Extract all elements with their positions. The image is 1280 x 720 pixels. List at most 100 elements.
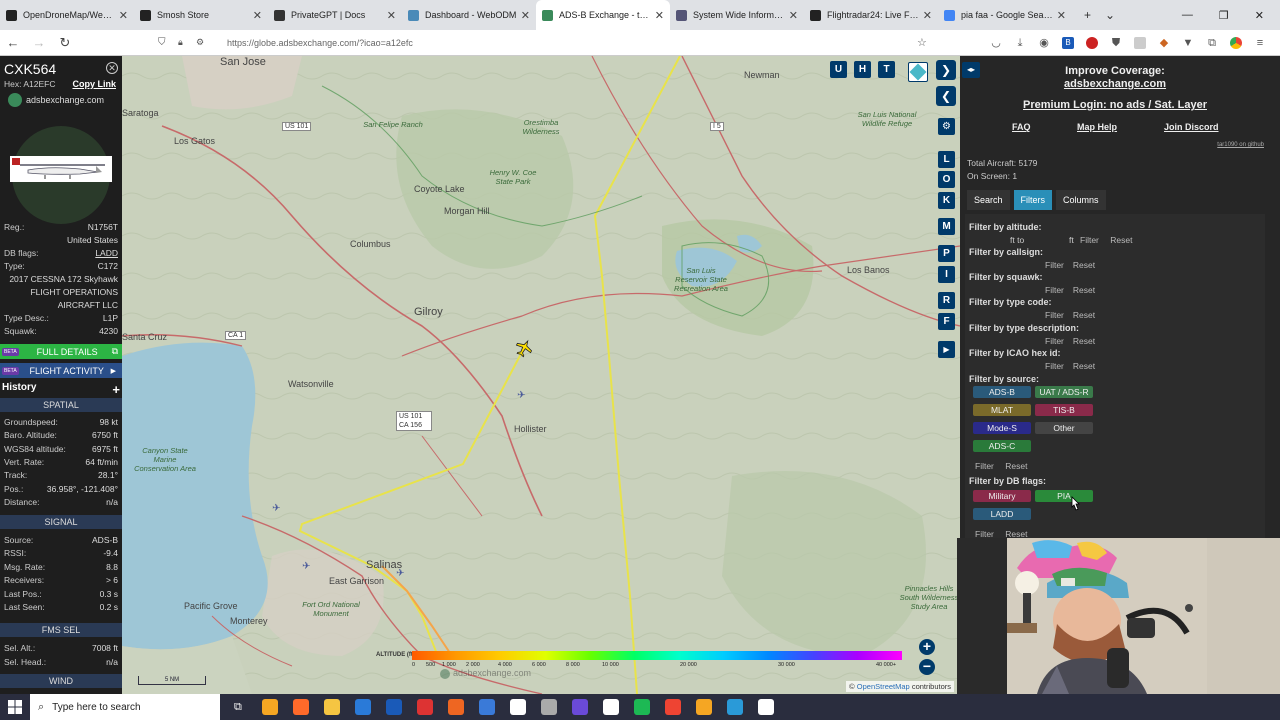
source-mode-s-button[interactable]: Mode-S (973, 422, 1031, 434)
extension-chrome-icon[interactable] (1230, 36, 1242, 49)
zoom-in-button[interactable]: + (919, 639, 935, 655)
type-code-filter-input[interactable] (969, 309, 1049, 320)
taskbar-app-icon[interactable] (292, 699, 309, 715)
back-icon[interactable]: ← (0, 35, 26, 50)
browser-tab[interactable]: PrivateGPT | Docs ✕ (268, 0, 402, 30)
altitude-min-input[interactable] (969, 234, 1007, 245)
taskbar-app-icon[interactable] (416, 699, 433, 715)
taskbar-search[interactable]: ⌕ Type here to search (30, 694, 220, 720)
flight-activity-button[interactable]: BETA FLIGHT ACTIVITY ▶ (0, 363, 122, 378)
tab-close-icon[interactable]: ✕ (387, 9, 396, 22)
tab-close-icon[interactable]: ✕ (119, 9, 128, 22)
taskbar-app-icon[interactable] (726, 699, 743, 715)
lock-icon[interactable]: 🔒︎ (178, 37, 183, 48)
premium-login-link[interactable]: Premium Login: no ads / Sat. Layer (1000, 99, 1230, 111)
dbflag-pia-button[interactable]: PIA (1035, 490, 1093, 502)
minimize-icon[interactable]: — (1182, 9, 1193, 21)
taskbar-app-icon[interactable] (664, 699, 681, 715)
signal-section-header[interactable]: SIGNAL (0, 515, 122, 529)
map-toggle-i-button[interactable]: I (938, 266, 955, 283)
openstreetmap-link[interactable]: OpenStreetMap (857, 682, 910, 691)
taskbar-app-icon[interactable] (757, 699, 774, 715)
fms-section-header[interactable]: FMS SEL (0, 623, 122, 637)
source-reset-button[interactable]: Reset (1005, 461, 1027, 471)
source-ads-b-button[interactable]: ADS-B (973, 386, 1031, 398)
forward-icon[interactable]: → (26, 35, 52, 50)
start-button[interactable] (0, 694, 30, 720)
callsign-filter-button[interactable]: Filter (1045, 260, 1064, 270)
join-discord-link[interactable]: Join Discord (1164, 122, 1219, 132)
extension-red-icon[interactable] (1086, 36, 1098, 49)
layers-button[interactable] (908, 62, 928, 82)
taskbar-app-icon[interactable] (447, 699, 464, 715)
expand-panel-button[interactable]: ❯ (936, 60, 956, 80)
source-uat-ads-r-button[interactable]: UAT / ADS-R (1035, 386, 1093, 398)
close-window-icon[interactable]: ✕ (1255, 9, 1264, 22)
full-details-button[interactable]: BETA FULL DETAILS ⧉ (0, 344, 122, 359)
map-toggle-r-button[interactable]: R (938, 292, 955, 309)
taskbar-app-icon[interactable] (354, 699, 371, 715)
callsign-reset-button[interactable]: Reset (1073, 260, 1095, 270)
browser-tab[interactable]: ADS-B Exchange - track air ✕ (536, 0, 670, 30)
map-toggle-u-button[interactable]: U (830, 61, 847, 78)
collapse-panel-button[interactable]: ❮ (936, 86, 956, 106)
altitude-max-input[interactable] (1031, 234, 1067, 245)
close-icon[interactable]: ✕ (106, 62, 118, 74)
extension-fox-icon[interactable]: ◆ (1158, 37, 1170, 49)
tab-close-icon[interactable]: ✕ (521, 9, 530, 22)
browser-tab[interactable]: Flightradar24: Live Flight Tr ✕ (804, 0, 938, 30)
source-ads-c-button[interactable]: ADS-C (973, 440, 1031, 452)
type-code-filter-button[interactable]: Filter (1045, 310, 1064, 320)
site-link[interactable]: adsbexchange.com (1000, 78, 1230, 90)
type-desc-reset-button[interactable]: Reset (1073, 336, 1095, 346)
replay-button[interactable]: ▶ (938, 341, 955, 358)
map-toggle-o-button[interactable]: O (938, 171, 955, 188)
history-header[interactable]: History + (2, 382, 120, 397)
extension-filter-icon[interactable]: ▼ (1182, 37, 1194, 49)
squawk-reset-button[interactable]: Reset (1073, 285, 1095, 295)
map-toggle-m-button[interactable]: M (938, 218, 955, 235)
map-help-link[interactable]: Map Help (1077, 122, 1117, 132)
reload-icon[interactable]: ↻ (52, 35, 78, 51)
icao-filter-input[interactable] (969, 360, 1049, 371)
extension-b-icon[interactable]: B (1062, 36, 1074, 49)
aircraft-photo[interactable] (10, 156, 112, 182)
altitude-filter-button[interactable]: Filter (1080, 235, 1099, 245)
callsign-filter-input[interactable] (969, 259, 1049, 270)
bookmark-star-icon[interactable]: ☆ (917, 36, 927, 49)
map-toggle-t-button[interactable]: T (878, 61, 895, 78)
taskbar-app-icon[interactable] (602, 699, 619, 715)
restore-icon[interactable]: ❐ (1219, 9, 1229, 22)
taskbar-app-icon[interactable] (261, 699, 278, 715)
copy-link[interactable]: Copy Link (72, 79, 116, 89)
squawk-filter-input[interactable] (969, 284, 1049, 295)
wind-section-header[interactable]: WIND (0, 674, 122, 688)
map-toggle-p-button[interactable]: P (938, 245, 955, 262)
source-mlat-button[interactable]: MLAT (973, 404, 1031, 416)
faq-link[interactable]: FAQ (1012, 122, 1031, 132)
extension-shield-icon[interactable]: ⛊ (1110, 37, 1122, 49)
extensions-icon[interactable]: ⧉ (1206, 37, 1218, 49)
spatial-section-header[interactable]: SPATIAL (0, 398, 122, 412)
taskbar-app-icon[interactable] (323, 699, 340, 715)
dbflags-filter-button[interactable]: Filter (975, 529, 994, 538)
zoom-out-button[interactable]: − (919, 659, 935, 675)
download-icon[interactable]: ⤓ (1014, 37, 1026, 49)
permissions-icon[interactable]: ⚙ (196, 37, 204, 48)
tab-list-chevron-icon[interactable]: ⌄ (1105, 8, 1115, 22)
github-link[interactable]: tar1090 on github (1217, 142, 1264, 148)
browser-tab[interactable]: System Wide Information M ✕ (670, 0, 804, 30)
source-filter-button[interactable]: Filter (975, 461, 994, 471)
taskbar-app-icon[interactable] (478, 699, 495, 715)
extension-gray-icon[interactable] (1134, 36, 1146, 49)
browser-tab[interactable]: OpenDroneMap/WebODM ✕ (0, 0, 134, 30)
source-tis-b-button[interactable]: TIS-B (1035, 404, 1093, 416)
settings-button[interactable]: ⚙ (938, 118, 955, 135)
type-code-reset-button[interactable]: Reset (1073, 310, 1095, 320)
tab-close-icon[interactable]: ✕ (253, 9, 262, 22)
pocket-icon[interactable]: ◡ (990, 37, 1002, 49)
dbflag-military-button[interactable]: Military (973, 490, 1031, 502)
map-toggle-f-button[interactable]: F (938, 313, 955, 330)
add-history-icon[interactable]: + (112, 382, 120, 397)
squawk-filter-button[interactable]: Filter (1045, 285, 1064, 295)
